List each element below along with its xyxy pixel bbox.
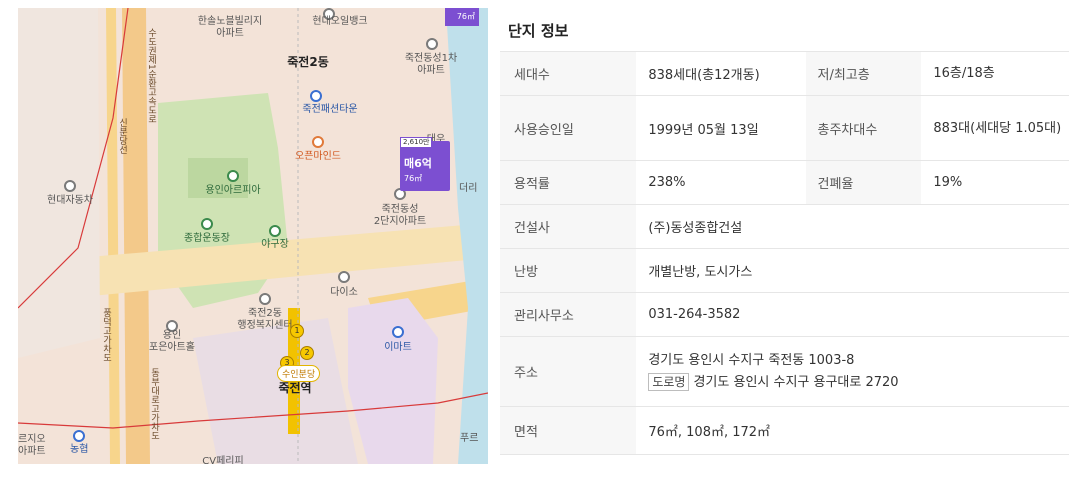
station-exit-2[interactable]: 2: [300, 346, 314, 360]
pin-hyundai[interactable]: [64, 180, 76, 192]
label-area: 면적: [500, 406, 637, 455]
label-floors: 저/최고층: [805, 51, 922, 96]
map-label-jukjeon2dong: 죽전2동: [287, 55, 329, 69]
pin-daiso[interactable]: [338, 271, 350, 283]
value-far: 238%: [636, 160, 806, 205]
value-households: 838세대(총12개동): [636, 51, 806, 96]
label-builder: 건설사: [500, 204, 637, 249]
address-road: 경기도 용인시 수지구 용구대로 2720: [693, 374, 899, 390]
map-label-stadium[interactable]: 종합운동장: [184, 233, 230, 245]
table-row: 주소 경기도 용인시 수지구 죽전동 1003-8 도로명 경기도 용인시 수지구…: [500, 336, 1069, 407]
station-line-badge[interactable]: 수인분당: [277, 365, 321, 382]
value-address: 경기도 용인시 수지구 죽전동 1003-8 도로명 경기도 용인시 수지구 용구…: [636, 336, 1069, 407]
value-floors: 16층/18층: [921, 51, 1069, 96]
pin-openmind[interactable]: [312, 136, 324, 148]
map-label-emart[interactable]: 이마트: [384, 342, 412, 354]
road-label-dongbu: 동부대로고가차도: [149, 368, 159, 440]
price-marker[interactable]: 2,610만 매6억 76㎡: [400, 137, 450, 191]
table-row: 난방 개별난방, 도시가스: [500, 248, 1069, 293]
label-address: 주소: [500, 336, 637, 407]
table-row: 건설사 (주)동성종합건설: [500, 204, 1069, 249]
price-marker-unit-price: 2,610만: [400, 137, 433, 148]
address-road-line: 도로명 경기도 용인시 수지구 용구대로 2720: [648, 372, 1069, 394]
value-builder: (주)동성종합건설: [636, 204, 1069, 249]
map-label-dongsung1[interactable]: 죽전동성1차 아파트: [405, 53, 457, 77]
station-exit-1[interactable]: 1: [290, 324, 304, 338]
label-heating: 난방: [500, 248, 637, 293]
pin-dongsung1[interactable]: [426, 38, 438, 50]
table-row: 면적 76㎡, 108㎡, 172㎡: [500, 406, 1069, 455]
map-label-hansol[interactable]: 한솔노블빌리지 아파트: [198, 16, 262, 40]
value-approval: 1999년 05월 13일: [636, 95, 806, 161]
map-label-jukjeon-station[interactable]: 죽전역: [278, 382, 311, 394]
map-label-arpia[interactable]: 용인아르피아: [205, 185, 260, 197]
label-office: 관리사무소: [500, 292, 637, 337]
pin-stadium[interactable]: [201, 218, 213, 230]
pin-baseball[interactable]: [269, 225, 281, 237]
value-area: 76㎡, 108㎡, 172㎡: [636, 406, 1069, 455]
value-bcr: 19%: [921, 160, 1069, 205]
value-heating: 개별난방, 도시가스: [636, 248, 1069, 293]
road-label-sinbundang: 신분당선: [117, 118, 127, 154]
pin-community-center[interactable]: [259, 293, 271, 305]
pin-emart[interactable]: [392, 326, 404, 338]
map-label-nonghyup[interactable]: 농협: [70, 444, 88, 456]
panel-title: 단지 정보: [508, 22, 569, 40]
map-label-leziot[interactable]: 르지오 아파트: [18, 434, 46, 458]
label-approval: 사용승인일: [500, 95, 637, 161]
map-label-oilbank[interactable]: 현대오일뱅크: [312, 16, 367, 28]
complex-info-table: 세대수 838세대(총12개동) 저/최고층 16층/18층 사용승인일 199…: [500, 51, 1069, 455]
price-marker-sale-price: 매6억: [404, 157, 432, 170]
map-view[interactable]: 한솔노블빌리지 아파트 현대오일뱅크 죽전2동 죽전동성1차 아파트 죽전패션타운 …: [18, 8, 488, 464]
label-households: 세대수: [500, 51, 637, 96]
label-far: 용적률: [500, 160, 637, 205]
table-row: 관리사무소 031-264-3582: [500, 292, 1069, 337]
map-label-hyundai[interactable]: 현대자동차: [47, 195, 93, 207]
label-bcr: 건폐율: [805, 160, 922, 205]
pin-nonghyup[interactable]: [73, 430, 85, 442]
pin-arpia[interactable]: [227, 170, 239, 182]
map-label-community-center[interactable]: 죽전2동 행정복지센터: [237, 308, 292, 332]
label-parking: 총주차대수: [805, 95, 922, 161]
table-row: 세대수 838세대(총12개동) 저/최고층 16층/18층: [500, 51, 1069, 96]
address-lot: 경기도 용인시 수지구 죽전동 1003-8: [648, 352, 855, 368]
price-marker-area: 76㎡: [404, 174, 423, 183]
map-label-baseball[interactable]: 야구장: [261, 239, 289, 251]
corner-price-tag[interactable]: 76㎡: [445, 8, 479, 26]
table-row: 사용승인일 1999년 05월 13일 총주차대수 883대(세대당 1.05대…: [500, 95, 1069, 161]
value-office: 031-264-3582: [636, 292, 1069, 337]
table-row: 용적률 238% 건폐율 19%: [500, 160, 1069, 205]
road-label-pungdeok: 풍덕고가차도: [101, 308, 111, 362]
map-label-dongsung2[interactable]: 죽전동성 2단지아파트: [374, 204, 426, 228]
map-label-daiso[interactable]: 다이소: [330, 287, 358, 299]
complex-info-panel: 단지 정보 세대수 838세대(총12개동) 저/최고층 16층/18층 사용승…: [500, 8, 1069, 462]
value-parking: 883대(세대당 1.05대): [921, 95, 1069, 161]
map-label-openmind[interactable]: 오픈마인드: [295, 151, 341, 163]
map-label-cv[interactable]: CV페리피: [202, 456, 243, 464]
map-label-poeun[interactable]: 용인 포은아트홀: [149, 330, 195, 354]
map-label-deori[interactable]: 더리: [459, 183, 477, 195]
road-name-tag: 도로명: [648, 372, 690, 391]
pin-fashiontown[interactable]: [310, 90, 322, 102]
map-label-pureu[interactable]: 푸르: [460, 433, 478, 445]
road-label-expressway: 수도권제1순환고속도로: [146, 28, 156, 124]
map-label-fashiontown[interactable]: 죽전패션타운: [302, 104, 357, 116]
